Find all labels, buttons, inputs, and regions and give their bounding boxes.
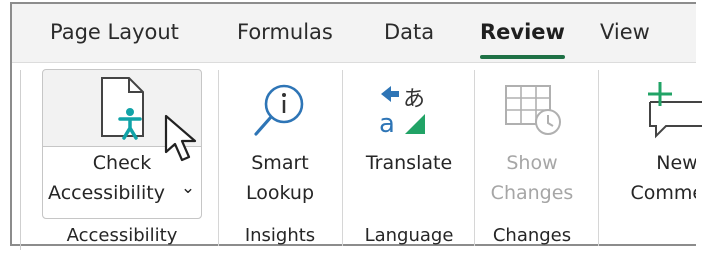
tab-page-layout[interactable]: Page Layout: [50, 20, 179, 44]
active-tab-indicator: [480, 55, 565, 59]
group-label-accessibility: Accessibility: [66, 225, 178, 246]
new-comment-clip: New Comment: [612, 4, 696, 248]
new-comment-label-line2: Comment: [630, 182, 696, 204]
group-label-changes: Changes: [492, 225, 572, 246]
tab-review-label: Review: [480, 20, 565, 44]
chevron-down-icon[interactable]: ⌄: [178, 178, 198, 198]
smart-lookup-label-line2: Lookup: [245, 182, 315, 204]
check-accessibility-label-line1: Check: [92, 152, 152, 174]
group-label-insights: Insights: [244, 225, 316, 246]
group-separator: [598, 70, 599, 246]
tab-formulas[interactable]: Formulas: [237, 20, 333, 44]
smart-lookup-label-line1: Smart: [251, 152, 309, 174]
ribbon-left-edge: [20, 70, 21, 250]
translate-label: Translate: [365, 152, 453, 174]
show-changes-label-line1: Show: [506, 152, 558, 174]
check-accessibility-label-line2: Accessibility: [48, 182, 165, 204]
group-separator: [218, 70, 219, 246]
tab-data[interactable]: Data: [384, 20, 434, 44]
tab-review[interactable]: Review: [480, 20, 565, 59]
new-comment-label-line1: New: [656, 152, 696, 174]
show-changes-label-line2: Changes: [490, 182, 574, 204]
ribbon: Page Layout Formulas Data Review View Ch…: [10, 2, 702, 250]
group-label-language: Language: [364, 225, 454, 246]
lookup-magnifier-icon: [254, 84, 304, 136]
translate-button[interactable]: [354, 82, 464, 217]
group-separator: [474, 70, 475, 246]
show-changes-icon: [505, 85, 561, 135]
ribbon-tab-bar: Page Layout Formulas Data Review View: [12, 4, 696, 63]
group-separator: [342, 70, 343, 246]
document-accessibility-icon: [101, 77, 144, 140]
